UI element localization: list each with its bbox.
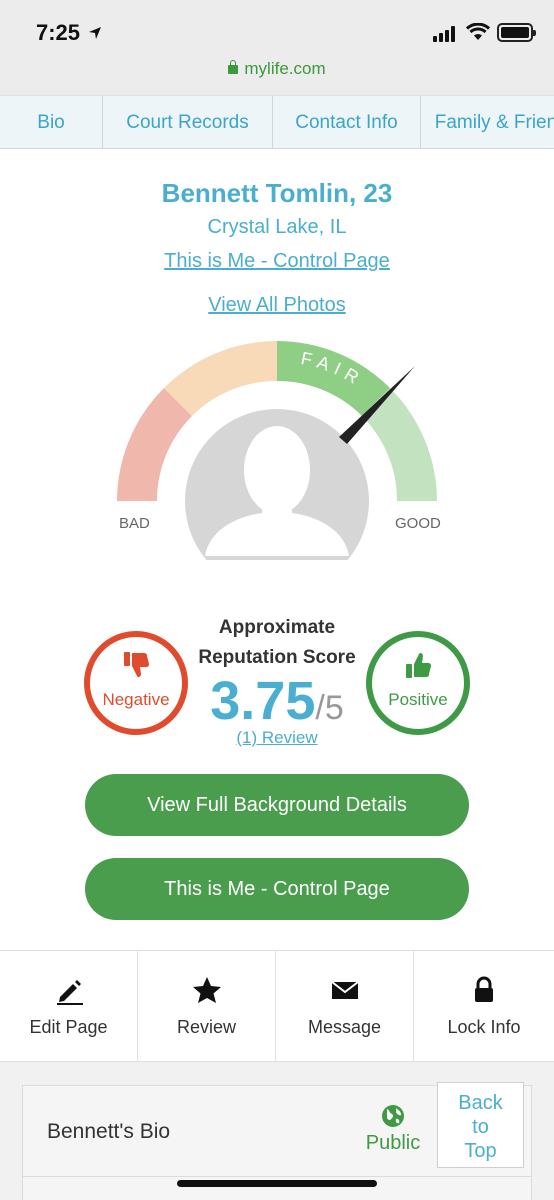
profile-location: Crystal Lake, IL	[207, 216, 347, 238]
cellular-signal-icon	[433, 26, 455, 42]
score-value: 3.75	[210, 671, 316, 731]
visibility-public[interactable]: Public	[363, 1104, 423, 1155]
wifi-icon	[466, 23, 490, 40]
bio-title: Bennett's Bio	[47, 1120, 171, 1143]
tab-bio[interactable]: Bio	[0, 96, 103, 148]
battery-icon	[497, 23, 536, 42]
clock: 7:25	[36, 20, 81, 45]
profile-name: Bennett Tomlin, 23	[161, 178, 393, 208]
gauge-segment-mid	[164, 341, 277, 416]
tab-contact-info[interactable]: Contact Info	[273, 96, 421, 148]
thumbs-up-icon	[406, 652, 431, 678]
home-indicator	[177, 1180, 377, 1187]
review-action[interactable]: Review	[138, 951, 276, 1062]
back-to-top-line3: Top	[464, 1140, 497, 1162]
lock-icon	[475, 976, 493, 1002]
padlock-icon	[228, 60, 239, 74]
thumbs-down-icon	[124, 652, 149, 678]
positive-label: Positive	[388, 690, 448, 709]
gauge-segment-good	[362, 388, 437, 501]
reputation-title-line2: Reputation Score	[198, 647, 356, 668]
positive-vote-button[interactable]: Positive	[366, 631, 470, 735]
reputation-title: Approximate Reputation Score	[0, 613, 554, 673]
view-background-button[interactable]: View Full Background Details	[85, 774, 469, 836]
back-to-top-line1: Back	[458, 1092, 503, 1114]
pencil-icon	[56, 980, 83, 1005]
action-bar: Edit Page Review Message Lock Info	[0, 950, 554, 1062]
gauge-good-label: GOOD	[395, 515, 441, 532]
visibility-label: Public	[365, 1132, 421, 1154]
control-page-button[interactable]: This is Me - Control Page	[85, 858, 469, 920]
location-arrow-icon	[89, 27, 101, 39]
back-to-top-button[interactable]: Back to Top	[437, 1082, 524, 1168]
control-page-link[interactable]: This is Me - Control Page	[0, 250, 554, 273]
globe-icon	[382, 1105, 404, 1127]
view-photos-link[interactable]: View All Photos	[0, 294, 554, 317]
reputation-title-line1: Approximate	[218, 617, 336, 638]
review-label: Review	[176, 1017, 237, 1037]
message-action[interactable]: Message	[276, 951, 414, 1062]
score-max: /5	[315, 689, 344, 727]
address-bar[interactable]: mylife.com	[0, 59, 554, 79]
gauge-segment-fair	[277, 341, 390, 416]
lock-info-action[interactable]: Lock Info	[414, 951, 554, 1062]
tab-court-records[interactable]: Court Records	[103, 96, 273, 148]
tab-family-friends[interactable]: Family & Friends	[421, 96, 554, 148]
back-to-top-line2: to	[472, 1116, 489, 1138]
status-bar: 7:25 mylife.com	[0, 0, 554, 95]
negative-vote-button[interactable]: Negative	[84, 631, 188, 735]
edit-page-label: Edit Page	[29, 1017, 108, 1037]
review-count-link[interactable]: (1) Review	[0, 728, 554, 748]
envelope-icon	[330, 981, 359, 999]
section-tabs: Bio Court Records Contact Info Family & …	[0, 95, 554, 149]
gauge-bad-label: BAD	[119, 515, 150, 532]
message-label: Message	[307, 1017, 382, 1037]
avatar-placeholder	[185, 409, 369, 560]
url-text: mylife.com	[244, 59, 326, 78]
bio-divider	[23, 1176, 531, 1177]
gauge-segment-bad	[117, 388, 192, 501]
edit-page-action[interactable]: Edit Page	[0, 951, 138, 1062]
lock-info-label: Lock Info	[447, 1017, 521, 1037]
star-icon	[192, 977, 221, 1003]
negative-label: Negative	[102, 690, 170, 709]
